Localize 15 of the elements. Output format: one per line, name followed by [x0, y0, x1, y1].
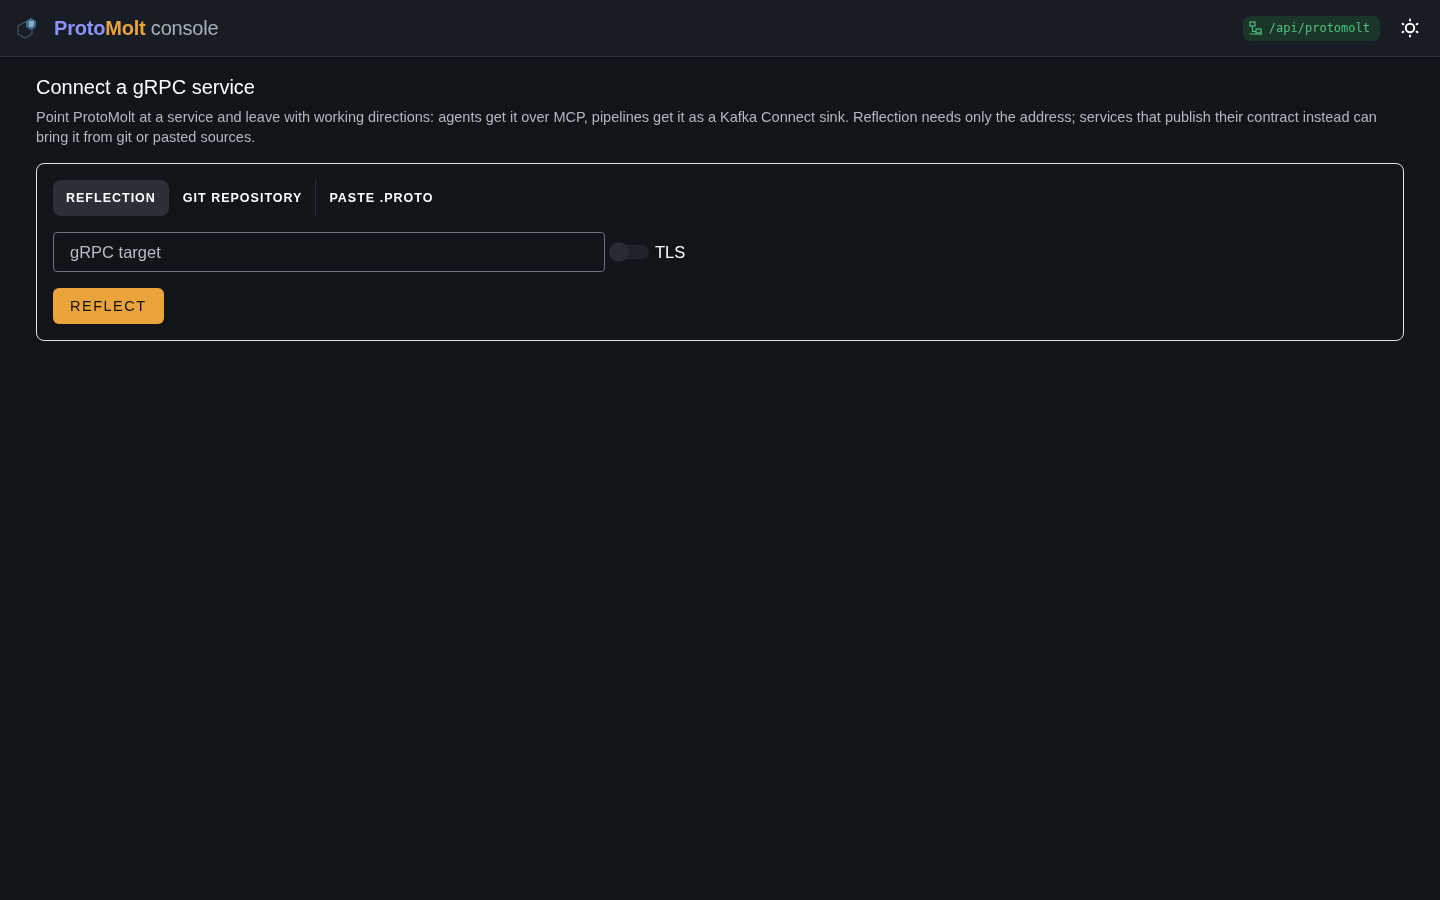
- source-tab[interactable]: PASTE .PROTO: [315, 180, 447, 216]
- source-tab[interactable]: GIT REPOSITORY: [168, 180, 316, 216]
- app-title: ProtoMolt console: [54, 16, 219, 40]
- sun-icon: [1400, 18, 1420, 38]
- tls-switch[interactable]: [611, 245, 649, 259]
- theme-toggle-button[interactable]: [1400, 18, 1420, 38]
- reflect-button[interactable]: REFLECT: [53, 288, 164, 324]
- tls-label: TLS: [655, 242, 686, 262]
- source-tab[interactable]: REFLECTION: [53, 180, 169, 216]
- page-description: Point ProtoMolt at a service and leave with working directions: agents get it over MCP, pipelines get it as a Kafka Connect sink. Reflection needs only the address; services that publish their contract instead can bring it from git or pasted sources.: [36, 108, 1378, 147]
- network-icon: [1248, 21, 1263, 35]
- target-input-field[interactable]: gRPC target: [53, 232, 605, 272]
- hexagon-logo-icon: [16, 17, 38, 39]
- page-heading: Connect a gRPC service: [36, 75, 256, 99]
- endpoint-path: /api/protomolt: [1268, 21, 1370, 35]
